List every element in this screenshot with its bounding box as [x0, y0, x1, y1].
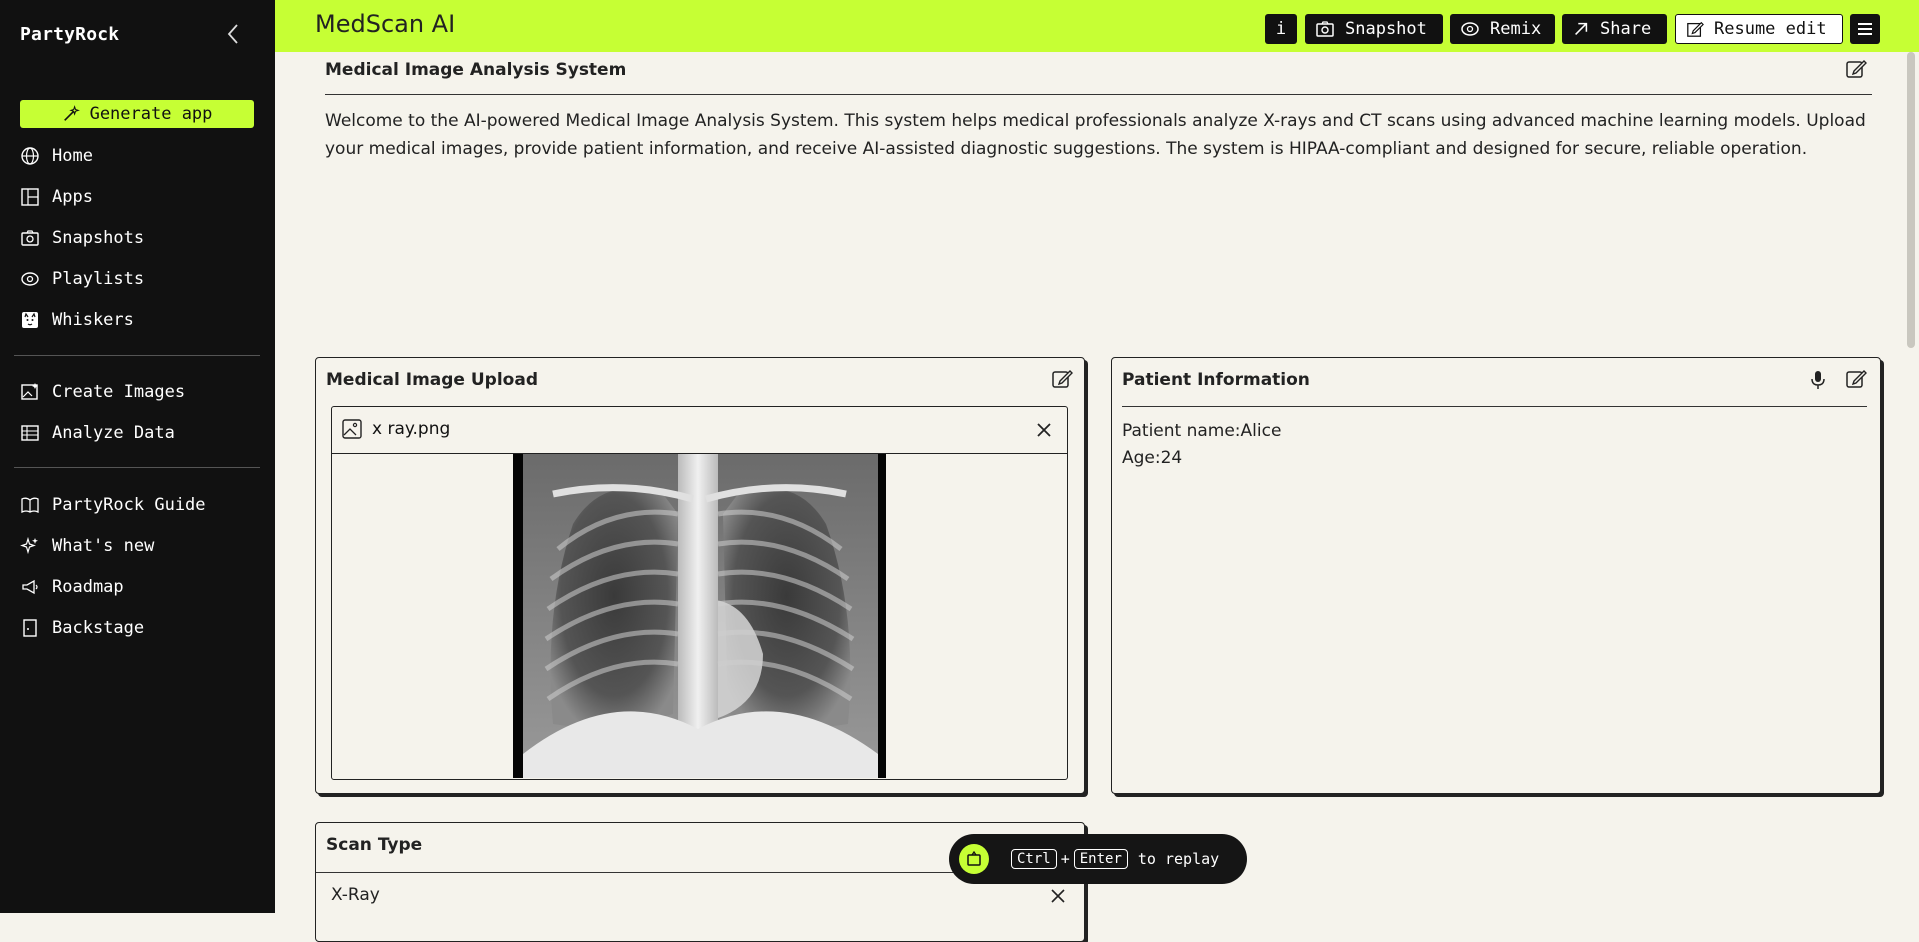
replay-hint: to replay: [1137, 850, 1220, 868]
medical-image-upload-card: Medical Image Upload x ray.png: [315, 357, 1085, 794]
resume-edit-button[interactable]: Resume edit: [1675, 14, 1843, 44]
enter-key: Enter: [1073, 849, 1128, 869]
app-title: MedScan AI: [315, 10, 456, 38]
sidebar-item-backstage[interactable]: Backstage: [20, 613, 144, 643]
sidebar-item-whiskers[interactable]: Whiskers: [20, 305, 134, 335]
sidebar-item-label: Backstage: [52, 618, 145, 638]
edit-icon[interactable]: [1845, 58, 1867, 80]
file-name: x ray.png: [372, 419, 451, 439]
intro-text: Welcome to the AI-powered Medical Image …: [325, 111, 1866, 159]
edit-icon[interactable]: [1051, 368, 1073, 390]
sidebar-item-home[interactable]: Home: [20, 141, 93, 171]
sidebar-item-label: Whiskers: [52, 310, 134, 330]
replay-icon: [967, 851, 981, 866]
globe-icon: [20, 146, 40, 166]
magic-wand-icon: [63, 105, 80, 121]
sidebar-item-whats-new[interactable]: What's new: [20, 531, 154, 561]
pencil-icon: [1687, 21, 1704, 37]
scrollbar-thumb[interactable]: [1907, 52, 1915, 348]
plus-sign: +: [1060, 850, 1070, 868]
sidebar-item-label: PartyRock Guide: [52, 495, 206, 515]
remix-icon: [1461, 22, 1479, 36]
sidebar-item-label: What's new: [52, 536, 155, 556]
replay-toast: Ctrl + Enter to replay: [949, 834, 1247, 884]
sidebar-item-label: Playlists: [52, 269, 145, 289]
uploaded-file: x ray.png: [331, 406, 1068, 780]
share-button[interactable]: Share: [1562, 14, 1667, 44]
remix-button[interactable]: Remix: [1450, 14, 1555, 44]
sidebar-item-roadmap[interactable]: Roadmap: [20, 572, 124, 602]
apps-grid-icon: [20, 187, 40, 207]
chevron-left-icon[interactable]: [222, 22, 246, 46]
sidebar-item-snapshots[interactable]: Snapshots: [20, 223, 144, 253]
patient-name-line: Patient name:Alice: [1122, 421, 1282, 441]
edit-icon[interactable]: [1845, 368, 1867, 390]
sidebar-item-partyrock-guide[interactable]: PartyRock Guide: [20, 490, 206, 520]
patient-information-card: Patient Information Patient name:Alice A…: [1111, 357, 1881, 794]
close-icon[interactable]: [1051, 889, 1065, 903]
snapshot-label: Snapshot: [1345, 19, 1427, 39]
card-title: Medical Image Upload: [326, 370, 538, 390]
main-content: Medical Image Analysis System Welcome to…: [275, 52, 1919, 942]
card-title: Patient Information: [1122, 370, 1310, 390]
image-sparkle-icon: [20, 382, 40, 402]
menu-button[interactable]: [1850, 14, 1880, 44]
file-header: x ray.png: [332, 407, 1067, 454]
info-label: i: [1275, 19, 1287, 39]
card-divider: [1122, 406, 1867, 407]
camera-icon: [1316, 21, 1334, 37]
sidebar-item-analyze-data[interactable]: Analyze Data: [20, 418, 175, 448]
image-file-icon: [342, 419, 362, 439]
data-icon: [20, 423, 40, 443]
sidebar-item-label: Apps: [52, 187, 93, 207]
xray-image-preview: [513, 454, 886, 778]
microphone-icon[interactable]: [1809, 370, 1827, 390]
section-divider: [325, 94, 1872, 95]
cat-icon: [20, 310, 40, 330]
book-icon: [20, 495, 40, 515]
top-bar: MedScan AI i Snapshot Remix Share Resume…: [275, 0, 1919, 52]
resume-edit-label: Resume edit: [1714, 19, 1827, 39]
sidebar-divider: [14, 355, 260, 356]
arrow-up-right-icon: [1575, 22, 1588, 35]
remix-label: Remix: [1490, 19, 1542, 39]
intro-title: Medical Image Analysis System: [325, 60, 627, 80]
sidebar-item-label: Analyze Data: [52, 423, 175, 443]
sidebar-divider: [14, 467, 260, 468]
playlist-icon: [20, 269, 40, 289]
share-label: Share: [1600, 19, 1652, 39]
generate-app-button[interactable]: Generate app: [20, 100, 254, 128]
megaphone-icon: [20, 577, 40, 597]
close-icon[interactable]: [1037, 423, 1051, 437]
sidebar-item-label: Snapshots: [52, 228, 145, 248]
ctrl-key: Ctrl: [1011, 849, 1057, 869]
card-title: Scan Type: [326, 835, 423, 855]
info-button[interactable]: i: [1265, 14, 1297, 44]
sidebar-item-playlists[interactable]: Playlists: [20, 264, 144, 294]
replay-button[interactable]: [959, 844, 989, 874]
sidebar-item-create-images[interactable]: Create Images: [20, 377, 185, 407]
sidebar: PartyRock Generate app Home Apps Snapsho…: [0, 0, 275, 913]
sidebar-item-apps[interactable]: Apps: [20, 182, 93, 212]
door-icon: [20, 618, 40, 638]
scan-type-select[interactable]: X-Ray: [331, 885, 380, 905]
generate-app-label: Generate app: [89, 104, 213, 124]
brand-logo[interactable]: PartyRock: [20, 24, 119, 45]
sidebar-item-label: Create Images: [52, 382, 186, 402]
patient-info-textarea[interactable]: Patient name:Alice Age:24: [1122, 418, 1867, 778]
snapshot-button[interactable]: Snapshot: [1305, 14, 1443, 44]
hamburger-menu-icon: [1858, 23, 1872, 35]
patient-age-line: Age:24: [1122, 448, 1183, 468]
sidebar-item-label: Home: [52, 146, 93, 166]
camera-icon: [20, 228, 40, 248]
sidebar-item-label: Roadmap: [52, 577, 124, 597]
sparkle-icon: [20, 536, 40, 556]
